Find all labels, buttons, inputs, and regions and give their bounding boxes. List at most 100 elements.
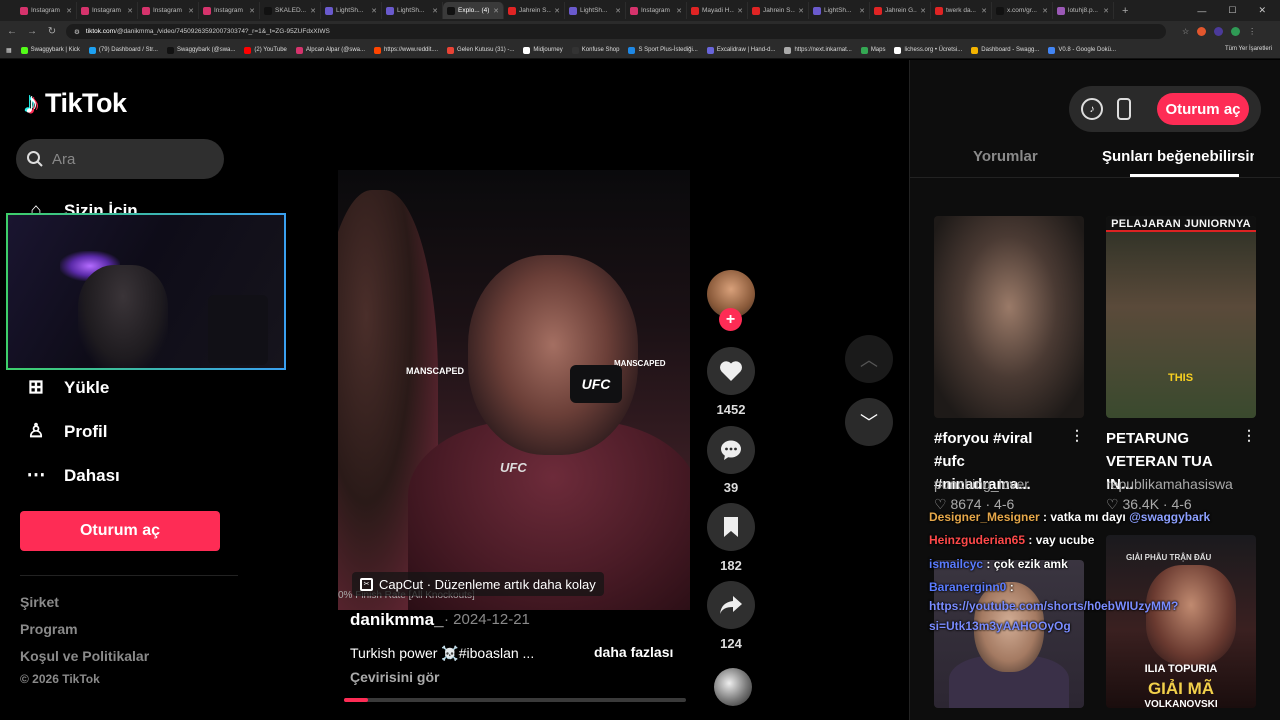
nav-profile[interactable]: ♙ Profil	[24, 420, 107, 443]
footer-company[interactable]: Şirket	[20, 594, 59, 610]
site-info-icon[interactable]: ⚙	[74, 28, 80, 36]
search-input[interactable]: Ara	[16, 139, 224, 179]
share-button[interactable]	[707, 581, 755, 629]
forward-icon[interactable]: →	[26, 26, 38, 37]
browser-tab[interactable]: twerk da... ✕	[931, 2, 992, 19]
browser-tab[interactable]: x.com/gr... ✕	[992, 2, 1053, 19]
close-window-icon[interactable]: ✕	[1258, 5, 1266, 16]
star-icon[interactable]: ☆	[1182, 27, 1189, 36]
card-user[interactable]: republikamahasiswa	[1106, 476, 1233, 492]
close-tab-icon[interactable]: ✕	[432, 7, 438, 15]
all-bookmarks[interactable]: Tüm Yer İşaretleri	[1225, 46, 1272, 52]
tab-suggested[interactable]: Şunları beğenebilirsin	[1102, 148, 1254, 165]
video-player[interactable]: MANSCAPED MANSCAPED UFC UFC 0% Finish Ra…	[338, 170, 690, 610]
tab-comments[interactable]: Yorumlar	[973, 148, 1038, 165]
close-tab-icon[interactable]: ✕	[371, 7, 377, 15]
close-tab-icon[interactable]: ✕	[188, 7, 194, 15]
bookmark-item[interactable]: Maps	[860, 46, 885, 54]
like-button[interactable]	[707, 347, 755, 395]
browser-tab[interactable]: LightSh... ✕	[565, 2, 626, 19]
profile-icon[interactable]	[1231, 27, 1241, 36]
video-progress[interactable]	[344, 698, 686, 702]
close-tab-icon[interactable]: ✕	[920, 7, 926, 15]
close-tab-icon[interactable]: ✕	[737, 7, 743, 15]
footer-program[interactable]: Program	[20, 621, 78, 637]
close-tab-icon[interactable]: ✕	[1103, 7, 1109, 15]
browser-tab[interactable]: Instagram ✕	[199, 2, 260, 19]
comment-button[interactable]	[707, 426, 755, 474]
menu-icon[interactable]: ⋮	[1248, 27, 1256, 36]
bookmark-item[interactable]: V0.8 - Google Dokü...	[1048, 46, 1116, 54]
browser-tab[interactable]: Jahrein S... ✕	[504, 2, 565, 19]
browser-tab[interactable]: lotuhj8.p... ✕	[1053, 2, 1114, 19]
close-tab-icon[interactable]: ✕	[127, 7, 133, 15]
sound-disc[interactable]	[714, 668, 752, 706]
video-author[interactable]: danikmma_	[350, 610, 444, 630]
new-tab-button[interactable]: +	[1122, 5, 1128, 17]
tiktok-effects-icon[interactable]: ♪	[1081, 98, 1103, 120]
bookmark-item[interactable]: https://next.inkarnat...	[784, 46, 852, 54]
browser-tab[interactable]: Explo... (4) ✕	[443, 2, 504, 19]
browser-tab[interactable]: SKALED... ✕	[260, 2, 321, 19]
bookmark-item[interactable]: (79) Dashboard / Str...	[88, 46, 158, 54]
bookmark-item[interactable]: Swaggybark (@swa...	[166, 46, 235, 54]
browser-tab[interactable]: LightSh... ✕	[382, 2, 443, 19]
close-tab-icon[interactable]: ✕	[676, 7, 682, 15]
close-tab-icon[interactable]: ✕	[249, 7, 255, 15]
close-tab-icon[interactable]: ✕	[310, 7, 316, 15]
suggested-thumbnail[interactable]: GIẢI PHẪU TRẬN ĐẤU ILIA TOPURIA GIẢI MÃ …	[1106, 535, 1256, 708]
footer-terms[interactable]: Koşul ve Politikalar	[20, 648, 149, 664]
browser-tab[interactable]: LightSh... ✕	[809, 2, 870, 19]
browser-tab[interactable]: LightSh... ✕	[321, 2, 382, 19]
bookmark-item[interactable]: (2) YouTube	[244, 46, 287, 54]
bookmark-item[interactable]: Excalidraw | Hand-d...	[706, 46, 775, 54]
close-tab-icon[interactable]: ✕	[615, 7, 621, 15]
translate-link[interactable]: Çevirisini gör	[350, 669, 439, 685]
close-tab-icon[interactable]: ✕	[1042, 7, 1048, 15]
minimize-icon[interactable]: —	[1197, 6, 1206, 16]
browser-tab[interactable]: Mayadi H... ✕	[687, 2, 748, 19]
browser-tab[interactable]: Instagram ✕	[16, 2, 77, 19]
follow-plus-icon[interactable]: +	[719, 308, 742, 331]
chat-link[interactable]: https://youtube.com/shorts/h0ebWIUzyMM?	[929, 599, 1178, 613]
browser-tab[interactable]: Instagram ✕	[138, 2, 199, 19]
extension-icon[interactable]	[1214, 27, 1224, 36]
bookmark-item[interactable]: Swaggybark | Kick	[20, 46, 80, 54]
back-icon[interactable]: ←	[6, 26, 18, 37]
extension-icon[interactable]	[1197, 27, 1207, 36]
close-tab-icon[interactable]: ✕	[798, 7, 804, 15]
close-tab-icon[interactable]: ✕	[859, 7, 865, 15]
save-button[interactable]	[707, 503, 755, 551]
browser-tab[interactable]: Instagram ✕	[626, 2, 687, 19]
tiktok-logo[interactable]: ♪ TikTok	[24, 88, 127, 119]
close-tab-icon[interactable]: ✕	[66, 7, 72, 15]
close-tab-icon[interactable]: ✕	[493, 7, 499, 15]
suggested-thumbnail[interactable]: PELAJARAN JUNIORNYA THIS	[1106, 216, 1256, 418]
nav-upload[interactable]: ⊞ Yükle	[24, 376, 109, 399]
bookmark-item[interactable]: S Sport Plus-İstediği...	[628, 46, 698, 54]
browser-tab[interactable]: Jahrein S... ✕	[748, 2, 809, 19]
see-more-link[interactable]: daha fazlası	[594, 644, 673, 660]
kebab-icon[interactable]: ⋮	[1070, 427, 1084, 444]
reload-icon[interactable]: ↻	[46, 26, 58, 37]
login-button[interactable]: Oturum aç	[20, 511, 220, 551]
device-icon[interactable]	[1117, 98, 1131, 120]
maximize-icon[interactable]: ☐	[1228, 5, 1236, 16]
kebab-icon[interactable]: ⋮	[1242, 427, 1256, 444]
apps-icon[interactable]: ▦	[6, 47, 12, 54]
browser-tab[interactable]: Instagram ✕	[77, 2, 138, 19]
bookmark-item[interactable]: Konfuse Shop	[571, 46, 619, 54]
card-user[interactable]: punching_lover	[934, 476, 1029, 492]
close-tab-icon[interactable]: ✕	[981, 7, 987, 15]
bookmark-item[interactable]: lichess.org • Ücretsi...	[894, 46, 962, 54]
bookmark-item[interactable]: Midjourney	[523, 46, 563, 54]
url-input[interactable]: ⚙ tiktok.com/@danikmma_/video/7450926359…	[66, 24, 1166, 39]
browser-tab[interactable]: Jahrein G... ✕	[870, 2, 931, 19]
bookmark-item[interactable]: https://www.reddit....	[374, 46, 438, 54]
bookmark-item[interactable]: Alpcan Alpar (@swa...	[295, 46, 365, 54]
nav-more[interactable]: ⋯ Dahası	[24, 464, 120, 487]
close-tab-icon[interactable]: ✕	[554, 7, 560, 15]
suggested-thumbnail[interactable]	[934, 216, 1084, 418]
capcut-banner[interactable]: ✂ CapCut · Düzenleme artık daha kolay	[352, 572, 604, 596]
bookmark-item[interactable]: Gelen Kutusu (31) -...	[447, 46, 514, 54]
